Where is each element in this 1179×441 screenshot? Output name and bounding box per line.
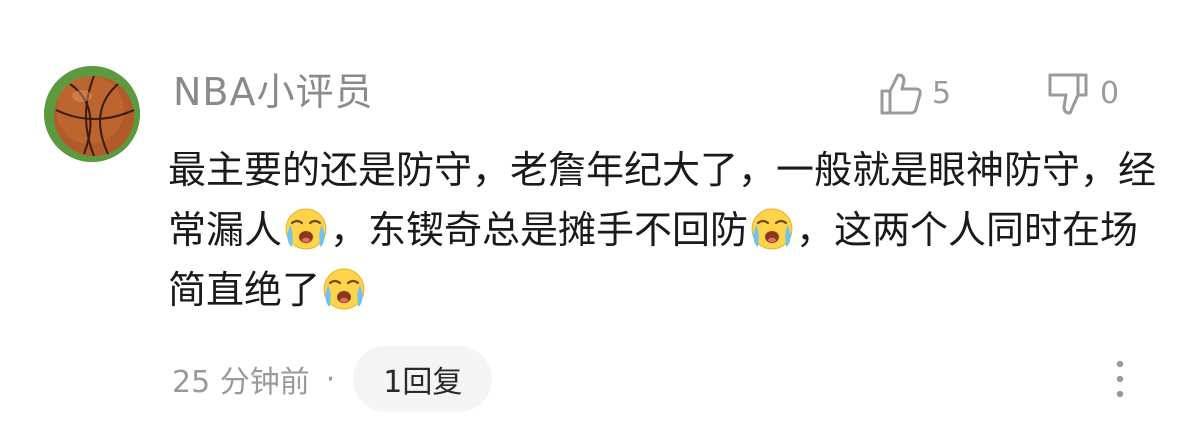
- thumbs-up-icon: [880, 73, 922, 115]
- like-count: 5: [932, 76, 952, 111]
- basketball-avatar-icon: [44, 66, 140, 162]
- thumbs-down-icon: [1048, 73, 1088, 115]
- comment-text: 最主要的还是防守，老詹年纪大了，一般就是眼神防守，经常漏人 ，东锲奇总是摊手不回防…: [168, 140, 1158, 320]
- crying-emoji-icon: [322, 267, 366, 311]
- avatar[interactable]: [44, 66, 140, 162]
- reply-button[interactable]: 1回复: [353, 346, 493, 412]
- timestamp: 25 分钟前: [172, 365, 310, 400]
- dislike-button[interactable]: 0: [1046, 70, 1119, 118]
- more-vertical-icon: [1116, 360, 1124, 398]
- like-button[interactable]: 5: [878, 70, 951, 118]
- crying-emoji-icon: [750, 207, 794, 251]
- more-options-button[interactable]: [1102, 356, 1138, 402]
- meta-separator: ·: [325, 361, 336, 397]
- comment-meta: 25 分钟前 · 1回复: [172, 346, 493, 412]
- crying-emoji-icon: [284, 207, 328, 251]
- comment-text-segment: ，东锲奇总是摊手不回防: [330, 208, 749, 252]
- dislike-count: 0: [1100, 76, 1120, 111]
- username[interactable]: NBA小评员: [173, 68, 374, 116]
- comment-card: NBA小评员 5 0 最主要的还是防守，老詹年纪大了，一般就是眼神防守，经常漏人…: [0, 0, 1179, 441]
